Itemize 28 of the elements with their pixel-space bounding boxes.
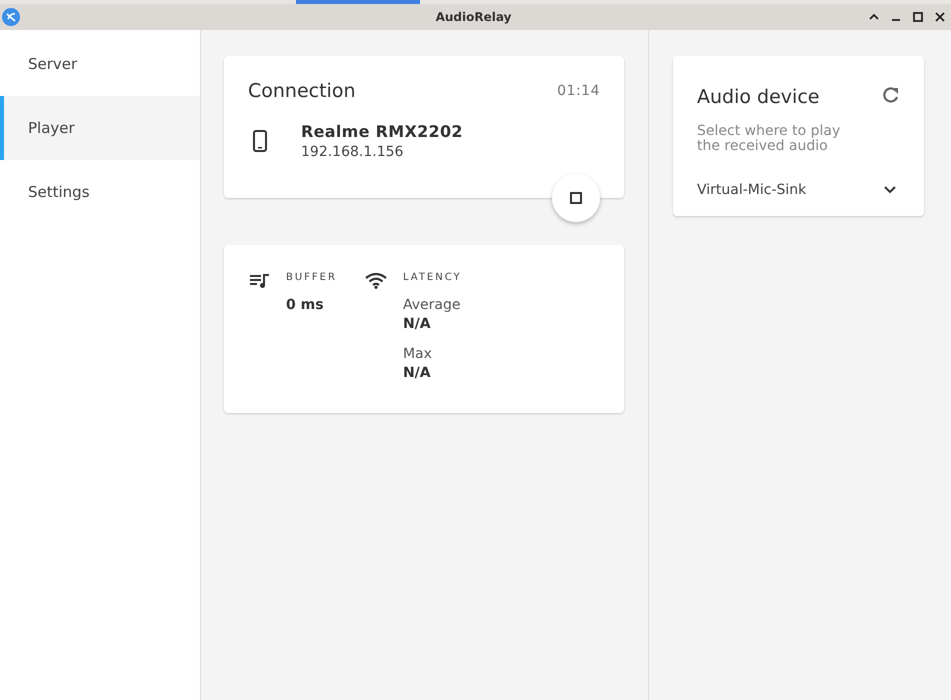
window-title: AudioRelay <box>436 10 512 24</box>
latency-metric-value: N/A <box>402 316 432 332</box>
stop-button[interactable] <box>552 174 600 222</box>
card-title: Connection <box>248 80 356 102</box>
buffer-value: 0 ms <box>286 297 325 313</box>
wifi-icon <box>364 273 387 289</box>
refresh-icon[interactable] <box>882 86 900 104</box>
chevron-down-icon <box>884 186 896 194</box>
card-description: Select where to play the received audio <box>697 124 842 154</box>
app-icon <box>2 8 20 26</box>
sidebar-item[interactable]: Server <box>0 32 200 96</box>
sidebar-item[interactable]: Settings <box>0 160 200 224</box>
connection-duration: 01:14 <box>557 83 600 99</box>
maximize-icon[interactable] <box>913 12 923 22</box>
latency-metric-value: N/A <box>402 365 432 381</box>
sidebar-item[interactable]: Player <box>0 96 200 160</box>
latency-label: LATENCY <box>402 272 462 283</box>
device-dropdown[interactable]: Virtual-Mic-Sink <box>697 182 900 198</box>
phone-icon <box>253 130 267 152</box>
playlist-icon <box>250 273 270 289</box>
latency-metric-label: Average <box>402 297 462 313</box>
card-title: Audio device <box>697 86 820 108</box>
device-name: Realme RMX2202 <box>301 122 463 141</box>
collapse-icon[interactable] <box>869 12 879 22</box>
close-icon[interactable] <box>935 12 945 22</box>
buffer-label: BUFFER <box>286 272 337 283</box>
device-address: 192.168.1.156 <box>301 144 404 160</box>
latency-metric-label: Max <box>402 346 433 362</box>
